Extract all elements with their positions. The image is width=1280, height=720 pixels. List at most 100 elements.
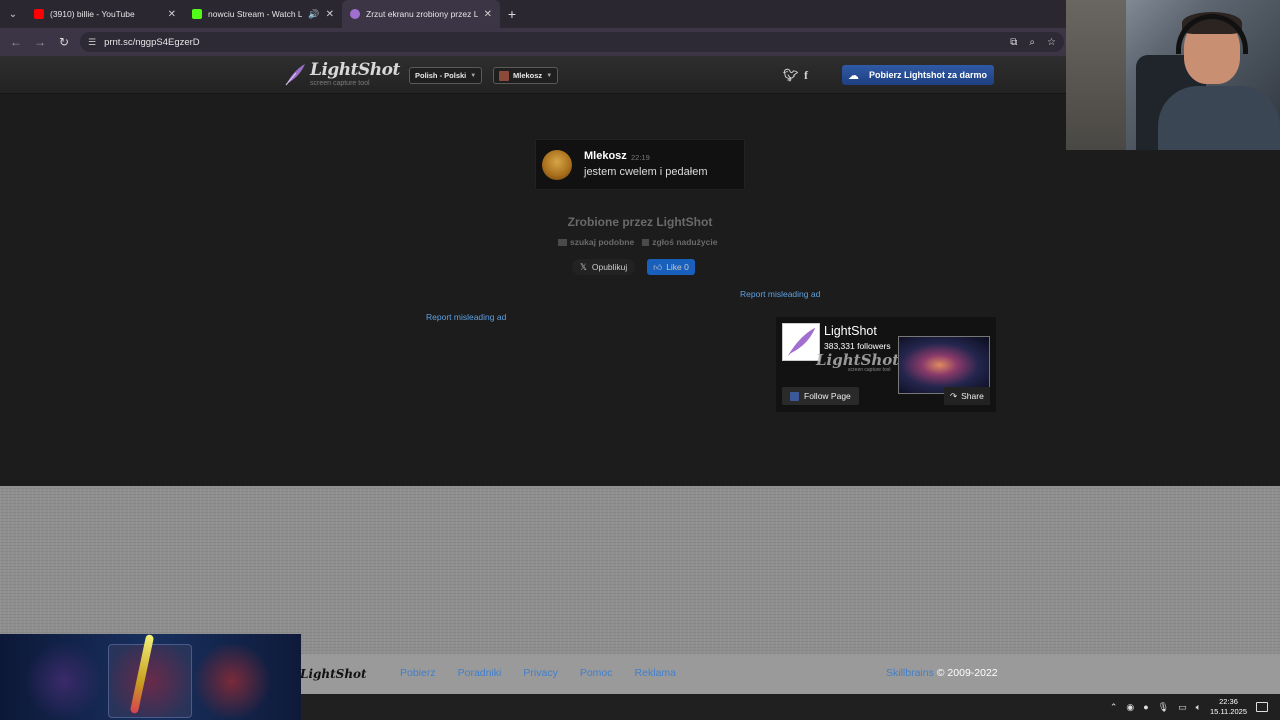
site-info-icon[interactable]: ☰ — [88, 37, 96, 48]
company-link[interactable]: Skillbrains — [886, 667, 934, 679]
fb-follow-label: Follow Page — [804, 391, 851, 401]
fb-like-button[interactable]: 👍︎ Like 0 — [647, 259, 695, 275]
install-app-icon[interactable]: ⧉ — [1010, 37, 1017, 48]
search-similar-label: szukaj podobne — [570, 237, 635, 247]
lightshot-logo[interactable]: LightShot screen capture tool — [284, 62, 400, 87]
tab-title: (3910) billie - YouTube — [50, 9, 135, 19]
tab-title: nowciu Stream - Watch Live — [208, 9, 303, 19]
browser-toolbar: ← → ↻ ☰ prnt.sc/nggpS4EgzerD ⧉ ⌕ ☆ — [0, 28, 1066, 56]
footer-link-privacy[interactable]: Privacy — [523, 667, 557, 679]
kick-icon — [192, 9, 202, 19]
youtube-icon — [34, 9, 44, 19]
system-tray: ⌃ ◉ ● 🎙︎ ▭ 🔈︎ 22:36 15.11.2025 — [1110, 694, 1268, 720]
feather-icon — [285, 63, 305, 85]
caret-down-icon: ▼ — [470, 72, 477, 79]
flag-icon — [642, 239, 650, 247]
copyright-years: © 2009-2022 — [936, 667, 998, 679]
notification-icon[interactable] — [1256, 702, 1268, 712]
tab-lightshot[interactable]: Zrzut ekranu zrobiony przez Lightshot ✕ — [342, 0, 500, 28]
download-cloud-icon: ☁ — [848, 69, 859, 82]
network-icon[interactable]: ▭ — [1178, 702, 1187, 713]
user-avatar — [499, 70, 509, 81]
tweet-button-label: Opublikuj — [591, 262, 628, 272]
volume-icon[interactable]: 🔈︎ — [1196, 702, 1201, 713]
taskbar-clock[interactable]: 22:36 15.11.2025 — [1210, 697, 1247, 717]
windows-taskbar: ⌃ ◉ ● 🎙︎ ▭ 🔈︎ 22:36 15.11.2025 — [301, 694, 1280, 720]
download-button[interactable]: ☁ Pobierz Lightshot za darmo — [842, 65, 994, 85]
footer-logo[interactable]: LightShot — [300, 667, 367, 681]
footer-link-ads[interactable]: Reklama — [635, 667, 676, 679]
footer-link-help[interactable]: Pomoc — [580, 667, 613, 679]
chat-message: jestem cwelem i pedałem — [584, 166, 708, 178]
x-logo-icon: 𝕏 — [580, 261, 587, 272]
report-abuse-link[interactable]: zgłoś nadużycie — [642, 237, 717, 247]
facebook-page-widget[interactable]: LightShot 383,331 followers LightShot sc… — [776, 317, 996, 412]
thumbs-up-icon: 👍︎ — [653, 261, 663, 272]
speaker-icon[interactable]: 🔊 — [308, 9, 319, 20]
share-buttons: 𝕏 Opublikuj 👍︎ Like 0 — [572, 259, 695, 275]
fb-like-label: Like 0 — [666, 262, 689, 272]
report-abuse-label: zgłoś nadużycie — [652, 237, 718, 247]
caret-down-icon: ▼ — [546, 72, 553, 79]
fb-share-label: Share — [961, 391, 984, 401]
close-icon[interactable]: ✕ — [326, 9, 334, 20]
tweet-button[interactable]: 𝕏 Opublikuj — [572, 259, 636, 275]
bookmark-star-icon[interactable]: ☆ — [1047, 37, 1056, 48]
language-select[interactable]: Polish - Polski ▼ — [409, 67, 483, 84]
webcam-background — [1066, 0, 1126, 150]
language-select-value: Polish - Polski — [415, 71, 467, 80]
user-menu[interactable]: Mlekosz ▼ — [493, 67, 559, 84]
facebook-icon[interactable]: f — [804, 68, 808, 83]
back-arrow-icon[interactable]: ← — [4, 35, 28, 49]
forward-arrow-icon[interactable]: → — [28, 35, 52, 49]
discord-icon[interactable]: ◉ — [1126, 702, 1134, 713]
clock-time: 22:36 — [1219, 697, 1238, 706]
tab-title: Zrzut ekranu zrobiony przez Lightshot — [366, 9, 478, 19]
tab-search-chevron-icon[interactable]: ⌄ — [0, 0, 26, 28]
report-ad-link-right[interactable]: Report misleading ad — [740, 289, 820, 299]
logo-name: LightShot — [310, 60, 400, 80]
zoom-icon[interactable]: ⌕ — [1029, 37, 1035, 48]
lightshot-feather-icon — [350, 9, 360, 19]
tab-kick-stream[interactable]: nowciu Stream - Watch Live 🔊 ✕ — [184, 0, 342, 28]
chat-avatar — [542, 150, 572, 180]
address-bar[interactable]: ☰ prnt.sc/nggpS4EgzerD ⧉ ⌕ ☆ — [80, 32, 1064, 52]
browser-tab-bar: ⌄ (3910) billie - YouTube ✕ nowciu Strea… — [0, 0, 1066, 28]
facebook-icon — [790, 391, 799, 401]
new-tab-button[interactable]: + — [500, 6, 524, 22]
lightshot-header: LightShot screen capture tool Polish - P… — [0, 56, 1066, 94]
screenshot-image[interactable]: Mlekosz 22:19 jestem cwelem i pedałem — [535, 139, 745, 190]
clock-date: 15.11.2025 — [1210, 707, 1247, 716]
share-arrow-icon: ↷ — [950, 390, 958, 401]
twitter-icon[interactable]: 🐦︎ — [783, 68, 798, 82]
footer-links: Pobierz Poradniki Privacy Pomoc Reklama — [400, 667, 676, 679]
reload-icon[interactable]: ↻ — [52, 35, 76, 49]
download-button-label: Pobierz Lightshot za darmo — [869, 70, 988, 80]
tab-youtube[interactable]: (3910) billie - YouTube ✕ — [26, 0, 184, 28]
fb-page-name[interactable]: LightShot — [824, 324, 877, 338]
close-icon[interactable]: ✕ — [484, 9, 492, 20]
image-actions: szukaj podobne zgłoś nadużycie — [558, 237, 717, 247]
chevron-up-icon[interactable]: ⌃ — [1110, 702, 1118, 713]
fb-followers: 383,331 followers — [824, 341, 891, 351]
fb-share-button[interactable]: ↷ Share — [944, 387, 990, 405]
game-case-overlay — [0, 634, 301, 720]
microphone-icon[interactable]: 🎙︎ — [1158, 702, 1169, 713]
search-similar-link[interactable]: szukaj podobne — [558, 237, 634, 247]
fb-follow-page-button[interactable]: Follow Page — [782, 387, 859, 405]
chat-timestamp: 22:19 — [631, 153, 650, 162]
image-icon — [558, 239, 567, 247]
footer-link-guides[interactable]: Poradniki — [458, 667, 502, 679]
close-icon[interactable]: ✕ — [168, 9, 176, 20]
steam-icon[interactable]: ● — [1143, 702, 1148, 712]
report-ad-link-left[interactable]: Report misleading ad — [426, 312, 506, 322]
chat-username: Mlekosz — [584, 150, 627, 162]
copyright: Skillbrains © 2009-2022 — [886, 667, 998, 679]
user-menu-name: Mlekosz — [513, 71, 543, 80]
noise-background — [0, 486, 1280, 654]
made-by-label: Zrobione przez LightShot — [567, 215, 713, 229]
footer-link-download[interactable]: Pobierz — [400, 667, 436, 679]
webcam-overlay — [1066, 0, 1280, 150]
fb-cover-galaxy-image — [898, 336, 990, 394]
url-text: prnt.sc/nggpS4EgzerD — [104, 36, 200, 48]
